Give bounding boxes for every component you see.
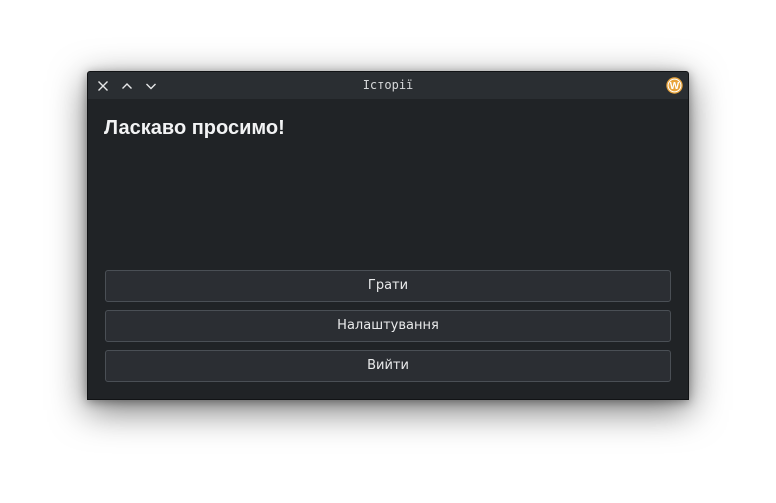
main-content: Ласкаво просимо! Грати Налаштування Вийт…	[88, 99, 688, 399]
w-badge-icon: W	[666, 77, 683, 94]
app-window: Історії W Ласкаво просимо! Грати Налашту…	[87, 71, 689, 400]
exit-button[interactable]: Вийти	[105, 350, 671, 382]
settings-button[interactable]: Налаштування	[105, 310, 671, 342]
window-title: Історії	[362, 78, 414, 92]
welcome-heading: Ласкаво просимо!	[104, 117, 285, 139]
play-button[interactable]: Грати	[105, 270, 671, 302]
titlebar[interactable]: Історії W	[88, 72, 688, 99]
app-icon-letter: W	[670, 81, 680, 92]
